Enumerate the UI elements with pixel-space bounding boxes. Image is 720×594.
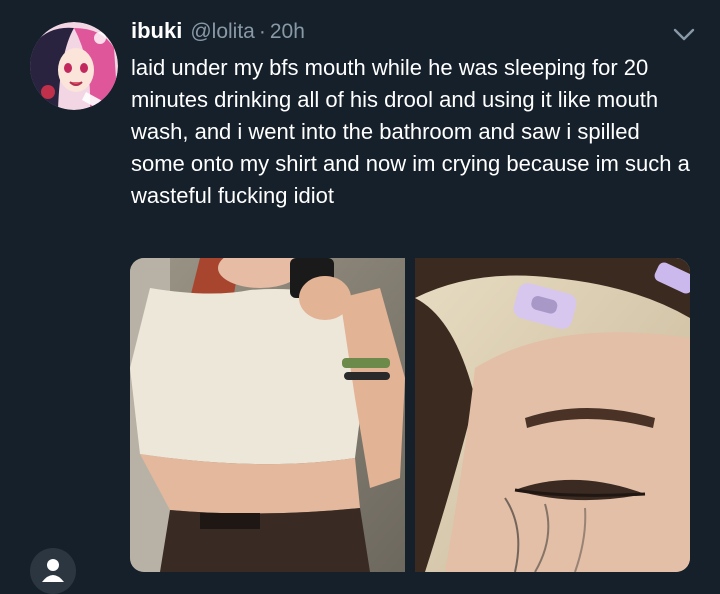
- profile-button[interactable]: [30, 548, 76, 594]
- media-grid: [130, 258, 690, 572]
- media-photo-right[interactable]: [415, 258, 690, 572]
- tweet-text: laid under my bfs mouth while he was sle…: [131, 55, 690, 208]
- media-photo-left[interactable]: [130, 258, 405, 572]
- timestamp[interactable]: 20h: [270, 20, 305, 44]
- tweet: ibuki @lolita · 20h laid under my bfs mo…: [0, 0, 720, 594]
- separator-dot: ·: [258, 20, 266, 43]
- person-icon: [42, 559, 64, 582]
- chevron-down-icon[interactable]: [670, 22, 698, 46]
- user-handle[interactable]: @lolita: [190, 20, 255, 44]
- display-name[interactable]: ibuki: [131, 18, 182, 44]
- avatar[interactable]: [30, 22, 118, 110]
- tweet-header: ibuki @lolita · 20h: [131, 18, 305, 48]
